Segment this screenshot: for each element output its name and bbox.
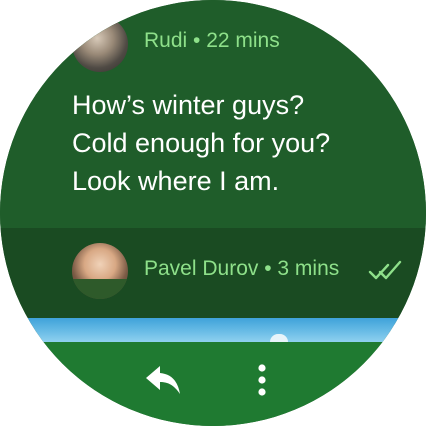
more-vertical-icon [258, 364, 266, 396]
photo-cloud [270, 334, 288, 342]
reply-button[interactable] [144, 360, 184, 400]
avatar-pavel [72, 243, 128, 299]
double-check-icon [368, 260, 402, 280]
message-pavel[interactable]: Pavel Durov • 3 mins [0, 228, 426, 318]
sender-line-pavel: Pavel Durov • 3 mins [144, 257, 340, 280]
message-line: How’s winter guys? [72, 90, 305, 120]
watch-screen: Rudi • 22 mins How’s winter guys? Cold e… [0, 0, 426, 426]
message-rudi[interactable]: Rudi • 22 mins How’s winter guys? Cold e… [0, 0, 426, 228]
avatar-rudi [72, 16, 128, 72]
more-options-button[interactable] [246, 360, 278, 400]
message-line: Cold enough for you? [72, 128, 331, 158]
action-bar [0, 342, 426, 426]
message-line: Look where I am. [72, 166, 280, 196]
message-text: How’s winter guys? Cold enough for you? … [72, 86, 392, 200]
sender-line-rudi: Rudi • 22 mins [144, 29, 280, 52]
photo-preview[interactable] [0, 318, 426, 342]
reply-icon [146, 366, 180, 394]
